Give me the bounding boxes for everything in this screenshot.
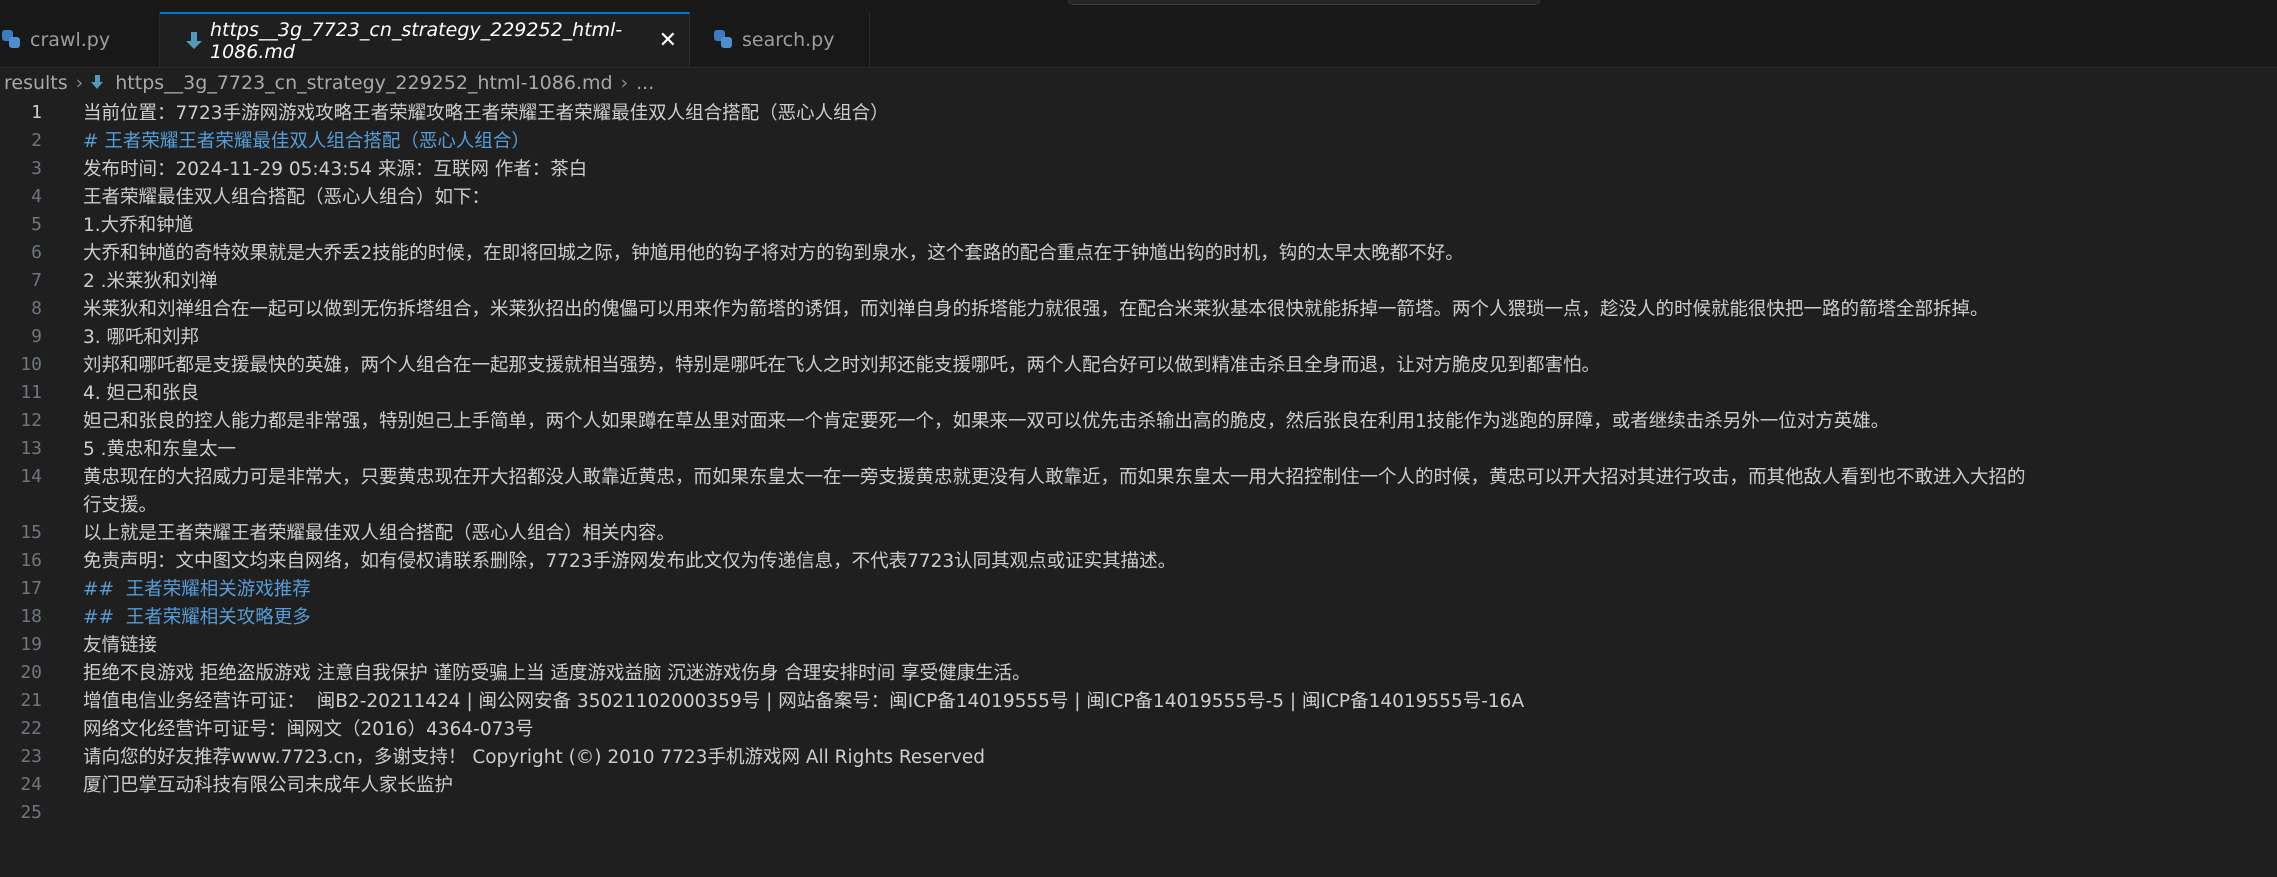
- editor-line[interactable]: 12 妲己和张良的控人能力都是非常强，特别妲己上手简单，两个人如果蹲在草丛里对面…: [0, 406, 2277, 434]
- editor-line[interactable]: 25: [0, 798, 2277, 826]
- line-number: 12: [20, 409, 42, 431]
- close-icon[interactable]: ✕: [659, 28, 677, 53]
- line-text: 5 .黄忠和东皇太一: [83, 439, 237, 460]
- line-text: 1.大乔和钟馗: [83, 215, 194, 236]
- editor-line[interactable]: 22 网络文化经营许可证号：闽网文（2016）4364-073号: [0, 714, 2277, 742]
- editor-line[interactable]: 21 增值电信业务经营许可证： 闽B2-20211424 | 闽公网安备 350…: [0, 686, 2277, 714]
- chevron-right-icon: ›: [620, 72, 629, 94]
- editor-line[interactable]: 10 刘邦和哪吒都是支援最快的英雄，两个人组合在一起那支援就相当强势，特别是哪吒…: [0, 350, 2277, 378]
- line-text: 大乔和钟馗的奇特效果就是大乔丢2技能的时候，在即将回城之际，钟馗用他的钩子将对方…: [83, 243, 1464, 264]
- line-text: 发布时间：2024-11-29 05:43:54 来源：互联网 作者：茶白: [83, 159, 588, 180]
- editor-line[interactable]: 7 2 .米莱狄和刘禅: [0, 266, 2277, 294]
- line-text: 刘邦和哪吒都是支援最快的英雄，两个人组合在一起那支援就相当强势，特别是哪吒在飞人…: [83, 355, 1601, 376]
- line-text: # 王者荣耀王者荣耀最佳双人组合搭配（恶心人组合）: [83, 131, 530, 152]
- line-number: 6: [31, 241, 42, 263]
- editor-line[interactable]: 16 免责声明：文中图文均来自网络，如有侵权请联系删除，7723手游网发布此文仅…: [0, 546, 2277, 574]
- line-text: 以上就是王者荣耀王者荣耀最佳双人组合搭配（恶心人组合）相关内容。: [83, 523, 676, 544]
- chevron-right-icon: ›: [75, 72, 84, 94]
- line-number: 11: [20, 381, 42, 403]
- breadcrumb: results › https__3g_7723_cn_strategy_229…: [0, 68, 2277, 98]
- line-number: 17: [20, 577, 42, 599]
- line-number: 14: [20, 465, 42, 487]
- python-icon: [714, 29, 734, 50]
- line-text: 当前位置：7723手游网游戏攻略王者荣耀攻略王者荣耀王者荣耀最佳双人组合搭配（恶…: [83, 103, 889, 124]
- line-number: 10: [20, 353, 42, 375]
- line-text: 网络文化经营许可证号：闽网文（2016）4364-073号: [83, 719, 534, 740]
- line-number: 22: [20, 717, 42, 739]
- line-number: 1: [31, 101, 42, 123]
- command-center[interactable]: [1068, 0, 1540, 5]
- line-text: 2 .米莱狄和刘禅: [83, 271, 218, 292]
- breadcrumb-folder[interactable]: results: [4, 72, 68, 94]
- line-number: 21: [20, 689, 42, 711]
- line-text: 免责声明：文中图文均来自网络，如有侵权请联系删除，7723手游网发布此文仅为传递…: [83, 551, 1177, 572]
- markdown-icon: [91, 75, 104, 91]
- line-text: 黄忠现在的大招威力可是非常大，只要黄忠现在开大招都没人敢靠近黄忠，而如果东皇太一…: [83, 467, 2026, 488]
- editor-line[interactable]: 20 拒绝不良游戏 拒绝盗版游戏 注意自我保护 谨防受骗上当 适度游戏益脑 沉迷…: [0, 658, 2277, 686]
- tab-bar: crawl.py https__3g_7723_cn_strategy_2292…: [0, 12, 2277, 68]
- line-number: 9: [31, 325, 42, 347]
- line-number: 4: [31, 185, 42, 207]
- line-number: 8: [31, 297, 42, 319]
- line-number: 20: [20, 661, 42, 683]
- line-text: 米莱狄和刘禅组合在一起可以做到无伤拆塔组合，米莱狄招出的傀儡可以用来作为箭塔的诱…: [83, 299, 1989, 320]
- line-number: 2: [31, 129, 42, 151]
- tab-label: https__3g_7723_cn_strategy_229252_html-1…: [209, 18, 623, 63]
- editor-line[interactable]: 11 4. 妲己和张良: [0, 378, 2277, 406]
- line-text: 增值电信业务经营许可证： 闽B2-20211424 | 闽公网安备 350211…: [83, 691, 1525, 712]
- line-text: 拒绝不良游戏 拒绝盗版游戏 注意自我保护 谨防受骗上当 适度游戏益脑 沉迷游戏伤…: [83, 663, 1031, 684]
- editor-line[interactable]: 18 ## 王者荣耀相关攻略更多: [0, 602, 2277, 630]
- editor-line[interactable]: 13 5 .黄忠和东皇太一: [0, 434, 2277, 462]
- python-icon: [2, 29, 22, 50]
- line-number: 16: [20, 549, 42, 571]
- editor[interactable]: 1 当前位置：7723手游网游戏攻略王者荣耀攻略王者荣耀王者荣耀最佳双人组合搭配…: [0, 98, 2277, 877]
- editor-line[interactable]: 9 3. 哪吒和刘邦: [0, 322, 2277, 350]
- editor-line[interactable]: 23 请向您的好友推荐www.7723.cn，多谢支持！ Copyright (…: [0, 742, 2277, 770]
- line-text: 妲己和张良的控人能力都是非常强，特别妲己上手简单，两个人如果蹲在草丛里对面来一个…: [83, 411, 1890, 432]
- tab-label: crawl.py: [30, 28, 111, 51]
- tab-search-py[interactable]: search.py: [690, 12, 870, 67]
- line-number: 7: [31, 269, 42, 291]
- editor-line[interactable]: 5 1.大乔和钟馗: [0, 210, 2277, 238]
- editor-line[interactable]: 15 以上就是王者荣耀王者荣耀最佳双人组合搭配（恶心人组合）相关内容。: [0, 518, 2277, 546]
- editor-line[interactable]: 17 ## 王者荣耀相关游戏推荐: [0, 574, 2277, 602]
- line-number: 23: [20, 745, 42, 767]
- tab-label: search.py: [742, 28, 835, 51]
- line-text: 请向您的好友推荐www.7723.cn，多谢支持！ Copyright (©) …: [83, 747, 985, 768]
- editor-line[interactable]: 6 大乔和钟馗的奇特效果就是大乔丢2技能的时候，在即将回城之际，钟馗用他的钩子将…: [0, 238, 2277, 266]
- markdown-icon: [186, 31, 202, 51]
- editor-line[interactable]: 1 当前位置：7723手游网游戏攻略王者荣耀攻略王者荣耀王者荣耀最佳双人组合搭配…: [0, 98, 2277, 126]
- line-number: 3: [31, 157, 42, 179]
- line-text: 3. 哪吒和刘邦: [83, 327, 200, 348]
- editor-line-wrap[interactable]: 行支援。: [0, 490, 2277, 518]
- editor-line[interactable]: 2 # 王者荣耀王者荣耀最佳双人组合搭配（恶心人组合）: [0, 126, 2277, 154]
- breadcrumb-symbols[interactable]: ...: [636, 72, 654, 94]
- title-bar: [0, 0, 2277, 12]
- line-number: 15: [20, 521, 42, 543]
- breadcrumb-file[interactable]: https__3g_7723_cn_strategy_229252_html-1…: [115, 72, 612, 94]
- editor-line[interactable]: 4 王者荣耀最佳双人组合搭配（恶心人组合）如下：: [0, 182, 2277, 210]
- line-text: ## 王者荣耀相关攻略更多: [83, 607, 311, 628]
- line-text: 王者荣耀最佳双人组合搭配（恶心人组合）如下：: [83, 187, 491, 208]
- line-text: ## 王者荣耀相关游戏推荐: [83, 579, 311, 600]
- line-number: 5: [31, 213, 42, 235]
- line-number: 25: [20, 801, 42, 823]
- line-number: 18: [20, 605, 42, 627]
- tab-markdown-file[interactable]: https__3g_7723_cn_strategy_229252_html-1…: [160, 12, 690, 67]
- editor-line[interactable]: 8 米莱狄和刘禅组合在一起可以做到无伤拆塔组合，米莱狄招出的傀儡可以用来作为箭塔…: [0, 294, 2277, 322]
- editor-line[interactable]: 3 发布时间：2024-11-29 05:43:54 来源：互联网 作者：茶白: [0, 154, 2277, 182]
- line-number: 24: [20, 773, 42, 795]
- line-text: 厦门巴掌互动科技有限公司未成年人家长监护: [83, 775, 454, 796]
- line-text: 4. 妲己和张良: [83, 383, 200, 404]
- editor-line[interactable]: 24 厦门巴掌互动科技有限公司未成年人家长监护: [0, 770, 2277, 798]
- line-number: 13: [20, 437, 42, 459]
- editor-line[interactable]: 14 黄忠现在的大招威力可是非常大，只要黄忠现在开大招都没人敢靠近黄忠，而如果东…: [0, 462, 2277, 490]
- tab-crawl-py[interactable]: crawl.py: [0, 12, 160, 67]
- editor-line[interactable]: 19 友情链接: [0, 630, 2277, 658]
- line-text: 友情链接: [83, 635, 158, 656]
- line-text-wrapped: 行支援。: [83, 495, 158, 516]
- line-number: 19: [20, 633, 42, 655]
